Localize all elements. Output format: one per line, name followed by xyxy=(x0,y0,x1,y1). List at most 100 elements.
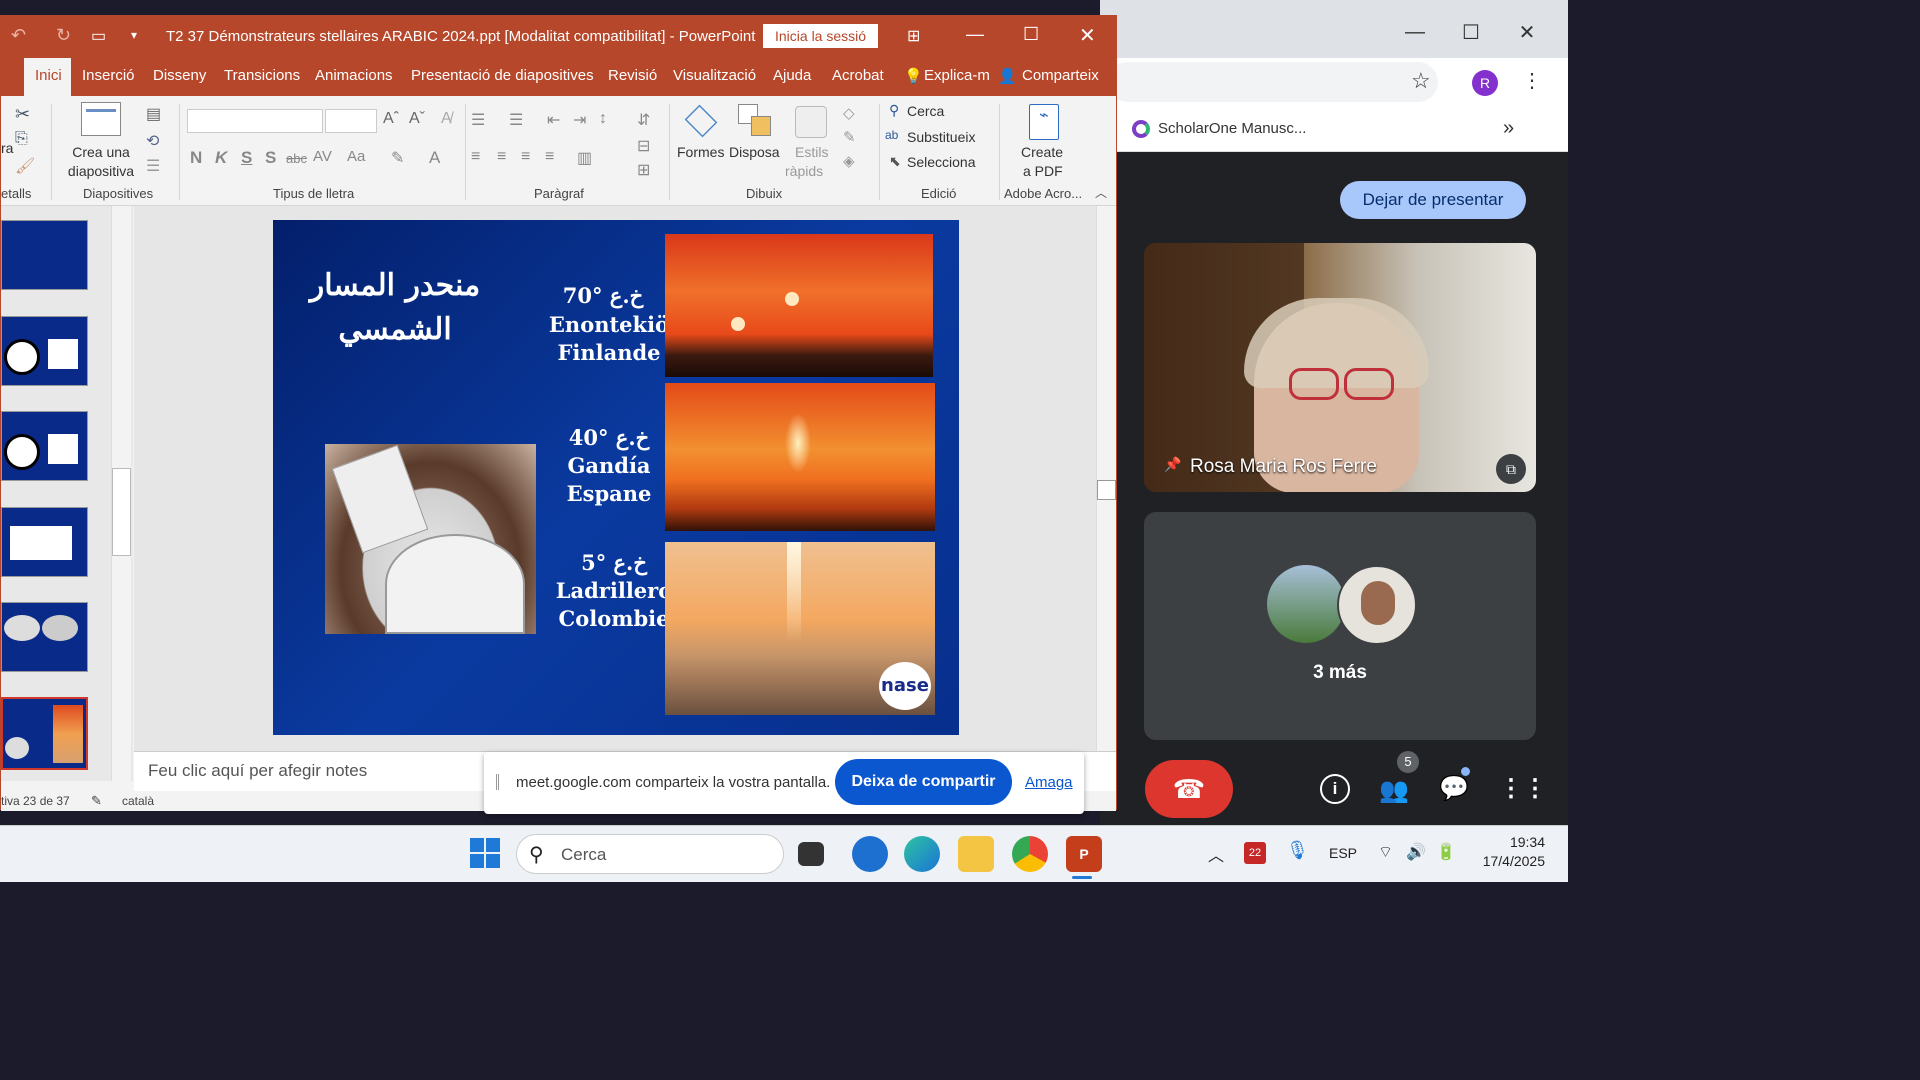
clock-time[interactable]: 19:34 xyxy=(1475,834,1545,850)
scroll-thumb[interactable] xyxy=(112,468,131,556)
collapse-ribbon-icon[interactable]: ︿ xyxy=(1095,184,1107,201)
font-color-icon[interactable]: A xyxy=(429,148,440,168)
address-bar[interactable] xyxy=(1108,62,1438,102)
stop-sharing-button[interactable]: Deixa de compartir xyxy=(835,759,1012,805)
font-name-input[interactable] xyxy=(187,109,323,133)
justify-icon[interactable]: ≡ xyxy=(545,148,554,166)
highlight-icon[interactable]: ✎ xyxy=(391,148,404,168)
slide-thumbnail[interactable] xyxy=(1,411,88,481)
file-explorer-icon[interactable] xyxy=(958,836,994,872)
drag-handle-icon[interactable] xyxy=(496,774,499,790)
underline-icon[interactable]: S xyxy=(241,148,252,168)
cut-icon[interactable]: ✂ xyxy=(15,104,30,125)
new-slide-label-1[interactable]: Crea una xyxy=(59,144,143,160)
align-center-icon[interactable]: ≡ xyxy=(497,148,506,166)
slide-thumbnail[interactable] xyxy=(1,316,88,386)
italic-icon[interactable]: K xyxy=(215,148,227,168)
expand-icon[interactable]: ⧉ xyxy=(1496,454,1526,484)
columns-icon[interactable]: ▥ xyxy=(577,148,592,168)
tab-insercio[interactable]: Inserció xyxy=(82,67,135,84)
minimize-icon[interactable]: — xyxy=(1387,12,1443,52)
tab-revisio[interactable]: Revisió xyxy=(608,67,657,84)
participant-video-tile[interactable]: 📌 Rosa Maria Ros Ferre ⧉ xyxy=(1144,243,1536,492)
strike-icon[interactable]: abc xyxy=(286,151,307,166)
spellcheck-icon[interactable]: ✎ xyxy=(91,793,102,809)
slide-thumbnail[interactable] xyxy=(1,602,88,672)
taskbar-search[interactable]: ⚲ Cerca xyxy=(516,834,784,874)
spacing-icon[interactable]: AV xyxy=(313,148,332,165)
line-spacing-icon[interactable]: ↕ xyxy=(599,110,607,128)
quick-styles-label-1[interactable]: Estils xyxy=(795,144,828,160)
profile-avatar[interactable]: R xyxy=(1472,70,1498,96)
grow-font-icon[interactable]: Aˆ xyxy=(383,110,399,128)
close-icon[interactable]: ✕ xyxy=(1499,12,1555,52)
others-tile[interactable]: 3 más xyxy=(1144,512,1536,740)
volume-icon[interactable]: 🔊 xyxy=(1406,842,1426,862)
slide-thumbnail[interactable] xyxy=(1,220,88,290)
shapes-icon[interactable] xyxy=(684,104,718,138)
pdf-icon[interactable]: ⌁ xyxy=(1029,104,1059,140)
clear-format-icon[interactable]: A̸ xyxy=(441,110,452,128)
redo-icon[interactable]: ↻ xyxy=(56,25,71,46)
effects-icon[interactable]: ◈ xyxy=(843,152,855,170)
people-icon[interactable]: 👥 xyxy=(1379,776,1409,805)
case-icon[interactable]: Aa xyxy=(347,148,365,165)
edge-icon[interactable] xyxy=(904,836,940,872)
font-size-input[interactable] xyxy=(325,109,377,133)
tab-acrobat[interactable]: Acrobat xyxy=(832,67,884,84)
slide-thumbnail[interactable] xyxy=(1,507,88,577)
tab-inici[interactable]: Inici xyxy=(35,67,62,84)
qat-dropdown-icon[interactable]: ▾ xyxy=(131,28,137,42)
tab-comparteix[interactable]: Comparteix xyxy=(1022,67,1099,84)
battery-icon[interactable]: 🔋 xyxy=(1436,842,1456,862)
select-button[interactable]: Selecciona xyxy=(907,154,976,170)
new-slide-label-2[interactable]: diapositiva xyxy=(59,163,143,179)
scroll-thumb[interactable] xyxy=(1097,480,1116,500)
slide-canvas[interactable]: منحدر المسار الشمسي خ.ع °70 Enontekiö Fi… xyxy=(273,220,959,735)
fill-icon[interactable]: ◇ xyxy=(843,104,855,122)
maximize-icon[interactable]: ☐ xyxy=(1023,24,1039,45)
smartart-icon[interactable]: ⊞ xyxy=(637,160,650,180)
format-painter-icon[interactable]: 🖌 xyxy=(15,156,35,176)
bold-icon[interactable]: N xyxy=(190,148,202,168)
wifi-icon[interactable]: ⌔ xyxy=(1378,842,1393,862)
shadow-icon[interactable]: S xyxy=(265,148,276,168)
replace-button[interactable]: Substitueix xyxy=(907,129,975,145)
quick-styles-icon[interactable] xyxy=(795,106,827,138)
create-pdf-label-2[interactable]: a PDF xyxy=(1023,163,1063,179)
chevron-up-icon[interactable]: ︿ xyxy=(1208,842,1224,866)
start-icon[interactable] xyxy=(470,838,500,868)
bullets-icon[interactable]: ☰ xyxy=(471,110,485,130)
outdent-icon[interactable]: ⇤ xyxy=(547,110,560,130)
language-indicator[interactable]: ESP xyxy=(1329,845,1357,861)
align-text-icon[interactable]: ⊟ xyxy=(637,136,650,156)
outline-icon[interactable]: ✎ xyxy=(843,128,856,146)
minimize-icon[interactable]: — xyxy=(966,24,984,45)
activities-icon[interactable]: ⋮⋮ xyxy=(1499,774,1547,803)
tab-disseny[interactable]: Disseny xyxy=(153,67,206,84)
powerpoint-icon[interactable]: P xyxy=(1066,836,1102,872)
hangup-button[interactable]: ☎ xyxy=(1145,760,1233,818)
pin-icon[interactable]: 📌 xyxy=(1164,456,1181,473)
hide-link[interactable]: Amaga xyxy=(1025,774,1073,791)
calendar-badge[interactable]: 22 xyxy=(1244,842,1266,864)
tab-explica[interactable]: Explica-m xyxy=(924,67,990,84)
chevron-right-icon[interactable]: » xyxy=(1503,117,1514,140)
chat-icon[interactable]: 💬 xyxy=(1439,774,1469,803)
close-icon[interactable]: ✕ xyxy=(1079,23,1096,48)
bookmark-scholarone[interactable]: ScholarOne Manusc... xyxy=(1158,120,1306,137)
align-left-icon[interactable]: ≡ xyxy=(471,148,480,166)
tab-visualitzacio[interactable]: Visualització xyxy=(673,67,756,84)
indent-icon[interactable]: ⇥ xyxy=(573,110,586,130)
clock-date[interactable]: 17/4/2025 xyxy=(1465,853,1545,869)
slideshow-icon[interactable]: ▭ xyxy=(91,26,106,46)
new-slide-icon[interactable] xyxy=(81,102,121,136)
maximize-icon[interactable]: ☐ xyxy=(1443,12,1499,52)
tab-animacions[interactable]: Animacions xyxy=(315,67,393,84)
tab-transicions[interactable]: Transicions xyxy=(224,67,300,84)
create-pdf-label-1[interactable]: Create xyxy=(1021,144,1063,160)
find-button[interactable]: Cerca xyxy=(907,103,944,119)
arrange-label[interactable]: Disposa xyxy=(729,144,780,160)
microphone-icon[interactable]: 🎙 xyxy=(1286,840,1309,861)
task-view-icon[interactable] xyxy=(798,842,824,866)
